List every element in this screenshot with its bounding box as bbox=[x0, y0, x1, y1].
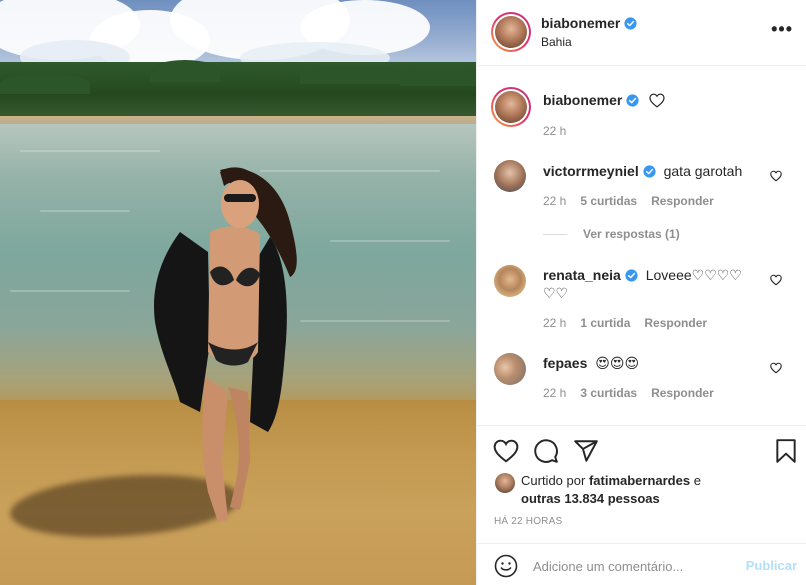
comment-text-row: renata_neia Loveee♡♡♡♡ ♡♡ bbox=[543, 266, 773, 302]
heart-icon[interactable] bbox=[493, 438, 519, 464]
verified-icon bbox=[643, 165, 656, 178]
photo-ripple bbox=[10, 290, 130, 292]
caption-time: 22 h bbox=[543, 124, 567, 138]
photo-ripple bbox=[330, 240, 450, 242]
comment-likes[interactable]: 1 curtida bbox=[580, 316, 630, 330]
comment-time[interactable]: 22 h bbox=[543, 316, 566, 330]
photo-tree bbox=[300, 66, 410, 84]
comment-meta: 22 h 1 curtida Responder bbox=[543, 316, 721, 330]
share-icon[interactable] bbox=[573, 438, 599, 464]
comment-time[interactable]: 22 h bbox=[543, 386, 566, 400]
comment-meta: 22 h 3 curtidas Responder bbox=[543, 386, 728, 400]
comment-likes[interactable]: 5 curtidas bbox=[580, 194, 637, 208]
emoji-icon[interactable] bbox=[494, 554, 518, 578]
photo-tree bbox=[150, 60, 220, 82]
comment-icon[interactable] bbox=[533, 438, 559, 464]
view-replies-button[interactable]: Ver respostas (1) bbox=[543, 227, 680, 241]
view-replies-label: Ver respostas (1) bbox=[583, 227, 680, 241]
photo-ripple bbox=[20, 150, 160, 152]
post-photo[interactable] bbox=[0, 0, 476, 585]
comment-username[interactable]: fepaes bbox=[543, 355, 587, 371]
caption-row: biabonemer bbox=[543, 92, 665, 108]
bookmark-icon[interactable] bbox=[773, 438, 799, 464]
comment-text: Loveee♡♡♡♡ bbox=[645, 267, 742, 283]
replies-line bbox=[543, 234, 567, 236]
avatar[interactable] bbox=[495, 473, 515, 493]
avatar[interactable] bbox=[494, 265, 526, 297]
avatar[interactable] bbox=[494, 353, 526, 385]
reply-button[interactable]: Responder bbox=[651, 386, 714, 400]
photo-person bbox=[154, 167, 297, 522]
photo-tree bbox=[0, 74, 90, 94]
more-icon[interactable]: ••• bbox=[771, 20, 793, 38]
comment-text-row: fepaes 😍😍😍 bbox=[543, 354, 773, 372]
liked-by: Curtido por fatimabernardes e outras 13.… bbox=[521, 472, 791, 508]
comment-username[interactable]: victorrmeyniel bbox=[543, 163, 639, 179]
comment-text: gata garotah bbox=[663, 163, 743, 179]
comment-likes[interactable]: 3 curtidas bbox=[580, 386, 637, 400]
comment-meta: 22 h 5 curtidas Responder bbox=[543, 194, 728, 208]
liked-by-prefix: Curtido por bbox=[521, 473, 586, 488]
post-header: biabonemer Bahia ••• bbox=[477, 0, 806, 66]
avatar[interactable] bbox=[491, 12, 531, 52]
post-timestamp[interactable]: HÁ 22 HORAS bbox=[494, 516, 562, 527]
heart-icon[interactable] bbox=[770, 362, 782, 374]
comment-time[interactable]: 22 h bbox=[543, 194, 566, 208]
comment-text: 😍😍😍 bbox=[595, 355, 640, 371]
verified-icon bbox=[625, 269, 638, 282]
reply-button[interactable]: Responder bbox=[644, 316, 707, 330]
verified-icon bbox=[626, 94, 639, 107]
photo-ripple bbox=[300, 320, 450, 322]
liked-by-others[interactable]: outras 13.834 pessoas bbox=[521, 491, 660, 506]
comment-text-cont: ♡♡ bbox=[543, 285, 569, 301]
comment-text-row: victorrmeyniel gata garotah bbox=[543, 162, 773, 180]
avatar[interactable] bbox=[491, 87, 531, 127]
verified-icon bbox=[624, 17, 637, 30]
liked-by-connector: e bbox=[693, 473, 701, 488]
heart-icon bbox=[649, 93, 665, 108]
post-actions: Curtido por fatimabernardes e outras 13.… bbox=[477, 425, 806, 543]
post-sidebar: biabonemer Bahia ••• biabonemer 22 h vic… bbox=[476, 0, 806, 585]
publish-button[interactable]: Publicar bbox=[746, 558, 797, 573]
comment-input[interactable] bbox=[533, 554, 733, 578]
comment-username[interactable]: renata_neia bbox=[543, 267, 621, 283]
reply-button[interactable]: Responder bbox=[651, 194, 714, 208]
comment-composer: Publicar bbox=[477, 543, 806, 585]
photo-ripple bbox=[40, 210, 130, 212]
heart-icon[interactable] bbox=[770, 170, 782, 182]
header-location[interactable]: Bahia bbox=[541, 35, 637, 49]
header-user-block: biabonemer Bahia bbox=[541, 15, 637, 49]
photo-tree bbox=[400, 70, 476, 86]
avatar[interactable] bbox=[494, 160, 526, 192]
header-username[interactable]: biabonemer bbox=[541, 15, 620, 31]
heart-icon[interactable] bbox=[770, 274, 782, 286]
caption-username[interactable]: biabonemer bbox=[543, 92, 622, 108]
caption-meta: 22 h bbox=[543, 124, 580, 138]
liked-by-user[interactable]: fatimabernardes bbox=[589, 473, 690, 488]
